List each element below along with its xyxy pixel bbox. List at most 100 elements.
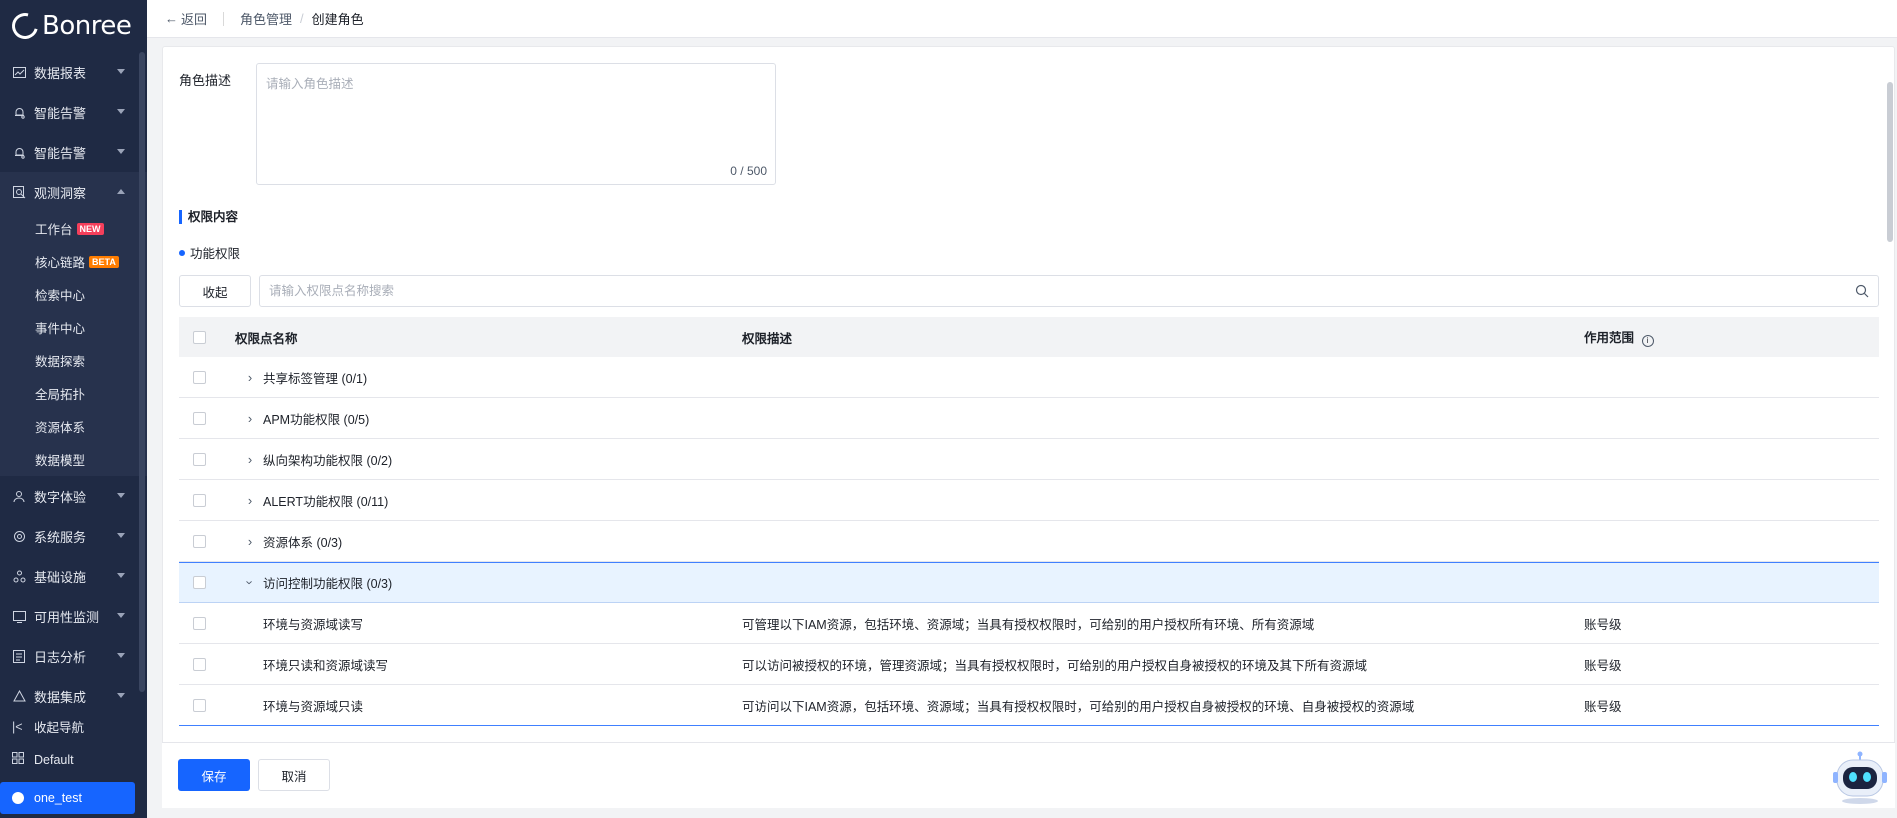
- row-checkbox[interactable]: [193, 493, 206, 507]
- table-row[interactable]: › APM功能权限 (0/5): [179, 398, 1879, 439]
- row-checkbox[interactable]: [193, 411, 206, 425]
- new-badge: NEW: [76, 222, 104, 235]
- logo-mark-icon: [7, 8, 43, 44]
- row-checkbox[interactable]: [193, 698, 206, 712]
- sidebar-item-data-report[interactable]: 数据报表: [0, 52, 147, 92]
- sidebar-subitem-global-topology[interactable]: 全局拓扑: [0, 377, 147, 410]
- row-checkbox[interactable]: [193, 370, 206, 384]
- infra-icon: [12, 569, 26, 583]
- collapse-nav-button[interactable]: |< 收起导航: [0, 710, 147, 743]
- sidebar-item-label: 基础设施: [34, 569, 87, 585]
- chart-icon: [12, 65, 26, 79]
- sidebar-subitem-workbench[interactable]: 工作台 NEW: [0, 212, 147, 245]
- group-name: ALERT功能权限 (0/11): [263, 494, 389, 509]
- chevron-down-icon[interactable]: ›: [243, 578, 258, 588]
- char-counter: 0 / 500: [730, 164, 767, 178]
- role-desc-placeholder: 请输入角色描述: [266, 77, 354, 91]
- workspace-label: Default: [34, 752, 74, 767]
- assistant-robot-icon[interactable]: [1831, 748, 1889, 806]
- permission-table: 权限点名称 权限描述 作用范围 i › 共享标签管理 (0/1) › APM功能…: [179, 317, 1879, 726]
- back-button[interactable]: ← 返回: [165, 9, 207, 28]
- info-icon[interactable]: i: [1641, 335, 1654, 347]
- sidebar-item-observe[interactable]: 观测洞察: [0, 172, 147, 212]
- chevron-right-icon[interactable]: ›: [245, 370, 255, 385]
- sidebar-subitem-resource-system[interactable]: 资源体系: [0, 410, 147, 443]
- permission-scope: 账号级: [1584, 658, 1622, 673]
- chevron-down-icon: [117, 693, 125, 698]
- sidebar-subitem-label: 数据探索: [35, 355, 86, 369]
- sidebar-subitem-label: 检索中心: [35, 289, 86, 303]
- table-row[interactable]: 环境与资源域只读 可访问以下IAM资源，包括环境、资源域；当具有授权权限时，可给…: [179, 685, 1879, 726]
- permission-search: [259, 275, 1879, 307]
- sidebar-item-digital-experience[interactable]: 数字体验: [0, 476, 147, 516]
- sidebar-item-label: 观测洞察: [34, 185, 87, 201]
- chevron-right-icon[interactable]: ›: [245, 411, 255, 426]
- workspace-switcher[interactable]: Default: [0, 743, 147, 776]
- beta-badge: BETA: [89, 255, 119, 268]
- sidebar-subitem-label: 数据模型: [35, 454, 86, 468]
- group-name: APM功能权限 (0/5): [263, 412, 370, 427]
- row-checkbox[interactable]: [193, 576, 206, 589]
- log-icon: [12, 649, 26, 663]
- role-desc-label: 角色描述: [179, 73, 232, 88]
- sidebar-subitem-label: 全局拓扑: [35, 388, 86, 402]
- sidebar-subitem-data-explore[interactable]: 数据探索: [0, 344, 147, 377]
- group-name: 访问控制功能权限 (0/3): [263, 577, 393, 591]
- section-title: 权限内容: [179, 210, 238, 224]
- sidebar-subitem-event-center[interactable]: 事件中心: [0, 311, 147, 344]
- collapse-all-button[interactable]: 收起: [179, 275, 251, 307]
- header-name: 权限点名称: [235, 331, 298, 346]
- row-checkbox[interactable]: [193, 452, 206, 466]
- header-scope: 作用范围 i: [1584, 327, 1654, 347]
- back-label: 返回: [181, 12, 208, 27]
- sidebar-item-label: 智能告警: [34, 145, 87, 161]
- table-row[interactable]: › 纵向架构功能权限 (0/2): [179, 439, 1879, 480]
- sidebar-item-label: 日志分析: [34, 649, 87, 665]
- breadcrumb-role-management[interactable]: 角色管理: [240, 9, 292, 28]
- search-icon[interactable]: [1855, 284, 1869, 301]
- table-row[interactable]: › 资源体系 (0/3): [179, 521, 1879, 562]
- sidebar-item-infrastructure[interactable]: 基础设施: [0, 556, 147, 596]
- sidebar-item-log-analysis[interactable]: 日志分析: [0, 636, 147, 676]
- chevron-down-icon: [117, 69, 125, 74]
- chevron-right-icon[interactable]: ›: [245, 493, 255, 508]
- sidebar-subitem-search-center[interactable]: 检索中心: [0, 278, 147, 311]
- cancel-button[interactable]: 取消: [258, 759, 330, 791]
- role-desc-textarea[interactable]: 请输入角色描述 0 / 500: [256, 63, 776, 185]
- logo[interactable]: Bonree: [0, 0, 147, 52]
- permission-search-input[interactable]: [269, 284, 1878, 298]
- sidebar-scrollbar[interactable]: [139, 52, 145, 692]
- row-checkbox[interactable]: [193, 657, 206, 671]
- permission-desc: 可以访问被授权的环境，管理资源域；当具有授权权限时，可给别的用户授权自身被授权的…: [742, 658, 1368, 673]
- save-button[interactable]: 保存: [178, 759, 250, 791]
- breadcrumb-create-role: 创建角色: [311, 12, 364, 27]
- sidebar-subitem-core-chain[interactable]: 核心链路 BETA: [0, 245, 147, 278]
- sidebar-subitem-label: 核心链路: [35, 256, 86, 270]
- table-row[interactable]: › 共享标签管理 (0/1): [179, 357, 1879, 398]
- sidebar-subitem-data-model[interactable]: 数据模型: [0, 443, 147, 476]
- form-footer: 保存 取消: [162, 742, 1895, 808]
- chevron-down-icon: [117, 149, 125, 154]
- table-row-expanded[interactable]: › 访问控制功能权限 (0/3): [179, 562, 1879, 603]
- row-checkbox[interactable]: [193, 534, 206, 548]
- chevron-right-icon[interactable]: ›: [245, 534, 255, 549]
- chevron-right-icon[interactable]: ›: [245, 452, 255, 467]
- permission-desc: 可管理以下IAM资源，包括环境、资源域；当具有授权权限时，可给别的用户授权所有环…: [742, 617, 1315, 632]
- sidebar-item-label: 数据集成: [34, 689, 87, 705]
- user-menu[interactable]: one_test: [0, 782, 135, 814]
- select-all-checkbox[interactable]: [193, 330, 206, 344]
- sidebar-item-smart-alert-2[interactable]: 智能告警: [0, 132, 147, 172]
- table-row[interactable]: 环境与资源域读写 可管理以下IAM资源，包括环境、资源域；当具有授权权限时，可给…: [179, 603, 1879, 644]
- permission-name: 环境与资源域读写: [263, 617, 364, 632]
- table-row[interactable]: 环境只读和资源域读写 可以访问被授权的环境，管理资源域；当具有授权权限时，可给别…: [179, 644, 1879, 685]
- sidebar-item-system-service[interactable]: 系统服务: [0, 516, 147, 556]
- row-checkbox[interactable]: [193, 616, 206, 630]
- table-row[interactable]: › ALERT功能权限 (0/11): [179, 480, 1879, 521]
- grid-icon: [12, 752, 26, 767]
- sidebar-item-smart-alert[interactable]: 智能告警: [0, 92, 147, 132]
- sidebar-item-label: 数据报表: [34, 65, 87, 81]
- bullet-dot-icon: [179, 249, 185, 256]
- content-scrollbar[interactable]: [1887, 82, 1893, 242]
- sidebar-item-availability[interactable]: 可用性监测: [0, 596, 147, 636]
- integration-icon: [12, 689, 26, 703]
